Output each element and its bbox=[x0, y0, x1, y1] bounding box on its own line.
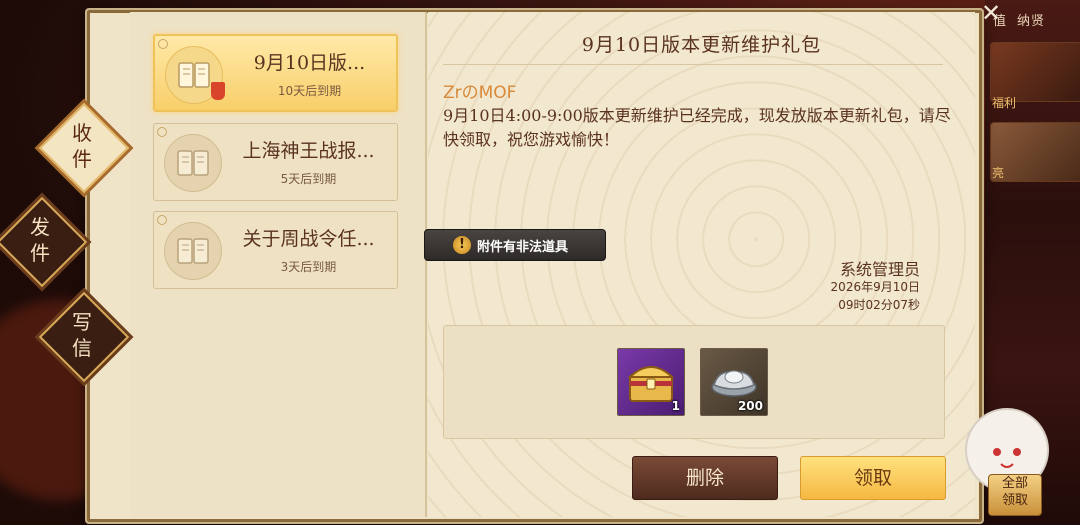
message-signature: 系统管理员 bbox=[839, 260, 920, 279]
mail-item-expire: 3天后到期 bbox=[280, 260, 337, 274]
claim-all-button[interactable]: 全部 领取 bbox=[988, 474, 1042, 516]
tab-sent-label: 发 件 bbox=[30, 215, 50, 265]
claim-button[interactable]: 领取 bbox=[800, 456, 946, 500]
delete-button[interactable]: 删除 bbox=[632, 456, 778, 500]
message-title: 9月10日版本更新维护礼包 bbox=[581, 34, 822, 56]
warning-text: 附件有非法道具 bbox=[477, 240, 569, 255]
mail-item-expire: 10天后到期 bbox=[277, 84, 342, 98]
attachment-count: 200 bbox=[737, 399, 763, 413]
title-divider bbox=[443, 64, 943, 65]
letter-icon bbox=[164, 134, 222, 192]
tab-inbox-label: 收 件 bbox=[72, 121, 92, 171]
message-time: 09时02分07秒 bbox=[838, 298, 920, 312]
message-body: 9月10日4:00-9:00版本更新维护已经完成，现发放版本更新礼包，请尽快领取… bbox=[443, 106, 951, 149]
mail-item-title: 9月10日版... bbox=[253, 52, 366, 74]
hud-tile-reward[interactable] bbox=[990, 42, 1080, 102]
corner-ornament bbox=[157, 127, 167, 137]
corner-ornament bbox=[157, 215, 167, 225]
attachment-count: 1 bbox=[671, 399, 680, 413]
tab-compose-label: 写 信 bbox=[72, 310, 92, 360]
close-icon[interactable]: ✕ bbox=[978, 0, 1004, 26]
message-sender: ZrのMOF bbox=[443, 83, 517, 103]
message-date: 2026年9月10日 bbox=[830, 280, 920, 294]
new-mail-tag-icon bbox=[211, 82, 225, 100]
mail-item-title: 关于周战令任... bbox=[242, 228, 375, 250]
attachment-area bbox=[443, 325, 945, 439]
hud-label-welfare: 福利 bbox=[992, 96, 1017, 110]
mail-list-item[interactable]: 9月10日版... 10天后到期 bbox=[153, 34, 398, 112]
attachment-item[interactable]: 200 bbox=[700, 348, 768, 416]
attachment-item[interactable]: 1 bbox=[617, 348, 685, 416]
mail-item-expire: 5天后到期 bbox=[280, 172, 337, 186]
exclamation-icon: ! bbox=[453, 236, 471, 254]
hud-label-portrait: 亮 bbox=[992, 166, 1005, 180]
hud-label-recruit[interactable]: 纳贤 bbox=[1017, 14, 1045, 29]
mail-list-item[interactable]: 上海神王战报... 5天后到期 bbox=[153, 123, 398, 201]
corner-ornament bbox=[158, 39, 168, 49]
illegal-item-warning[interactable]: ! 附件有非法道具 bbox=[424, 229, 606, 261]
mail-item-title: 上海神王战报... bbox=[242, 140, 375, 162]
mail-list-item[interactable]: 关于周战令任... 3天后到期 bbox=[153, 211, 398, 289]
letter-icon bbox=[164, 222, 222, 280]
